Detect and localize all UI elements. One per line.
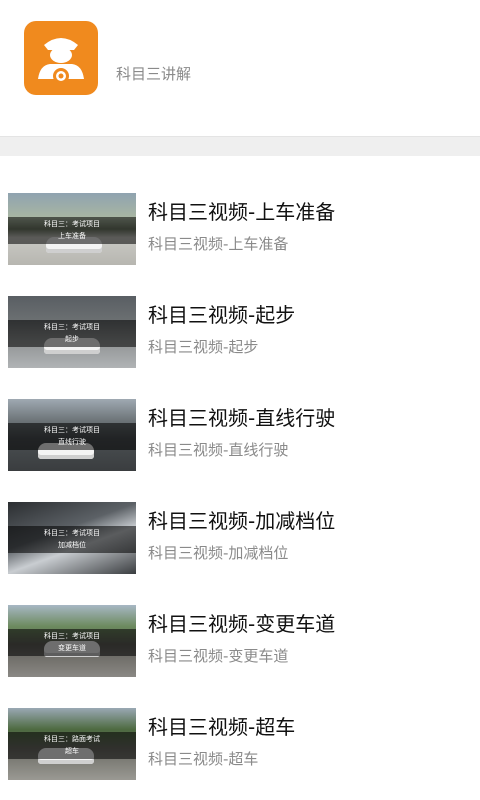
video-subtitle: 科目三视频-直线行驶 xyxy=(148,441,289,459)
video-subtitle: 科目三视频-上车准备 xyxy=(148,235,289,253)
video-thumbnail[interactable]: 科目三：考试项目 起步 xyxy=(8,296,136,368)
video-thumbnail[interactable]: 科目三：考试项目 上车准备 xyxy=(8,193,136,265)
video-thumbnail[interactable]: 科目三：路面考试 超车 xyxy=(8,708,136,780)
video-subtitle: 科目三视频-加减档位 xyxy=(148,544,289,562)
thumbnail-caption: 科目三：考试项目 变更车道 xyxy=(8,629,136,656)
list-item[interactable]: 科目三：考试项目 起步 科目三视频-起步 科目三视频-起步 xyxy=(0,259,480,368)
video-thumbnail[interactable]: 科目三：考试项目 直线行驶 xyxy=(8,399,136,471)
section-divider xyxy=(0,136,480,156)
thumbnail-caption: 科目三：考试项目 上车准备 xyxy=(8,217,136,244)
video-subtitle: 科目三视频-超车 xyxy=(148,750,259,768)
app-header: 科目三讲解 xyxy=(0,0,480,136)
video-title[interactable]: 科目三视频-起步 xyxy=(148,299,295,328)
thumbnail-caption: 科目三：考试项目 起步 xyxy=(8,320,136,347)
video-title[interactable]: 科目三视频-变更车道 xyxy=(148,608,335,637)
list-item[interactable]: 科目三：考试项目 上车准备 科目三视频-上车准备 科目三视频-上车准备 xyxy=(0,156,480,265)
video-title[interactable]: 科目三视频-加减档位 xyxy=(148,505,335,534)
driver-icon xyxy=(24,21,98,95)
video-title[interactable]: 科目三视频-直线行驶 xyxy=(148,402,335,431)
video-thumbnail[interactable]: 科目三：考试项目 变更车道 xyxy=(8,605,136,677)
video-subtitle: 科目三视频-变更车道 xyxy=(148,647,289,665)
video-subtitle: 科目三视频-起步 xyxy=(148,338,259,356)
header-subtitle: 科目三讲解 xyxy=(116,65,192,83)
thumbnail-caption: 科目三：考试项目 直线行驶 xyxy=(8,423,136,450)
video-title[interactable]: 科目三视频-超车 xyxy=(148,711,295,740)
list-item[interactable]: 科目三：考试项目 加减档位 科目三视频-加减档位 科目三视频-加减档位 xyxy=(0,465,480,574)
video-thumbnail[interactable]: 科目三：考试项目 加减档位 xyxy=(8,502,136,574)
thumbnail-caption: 科目三：路面考试 超车 xyxy=(8,732,136,759)
thumbnail-caption: 科目三：考试项目 加减档位 xyxy=(8,526,136,553)
video-title[interactable]: 科目三视频-上车准备 xyxy=(148,196,335,225)
list-item[interactable]: 科目三：考试项目 变更车道 科目三视频-变更车道 科目三视频-变更车道 xyxy=(0,568,480,677)
list-item[interactable]: 科目三：考试项目 直线行驶 科目三视频-直线行驶 科目三视频-直线行驶 xyxy=(0,362,480,471)
list-item[interactable]: 科目三：路面考试 超车 科目三视频-超车 科目三视频-超车 xyxy=(0,671,480,780)
